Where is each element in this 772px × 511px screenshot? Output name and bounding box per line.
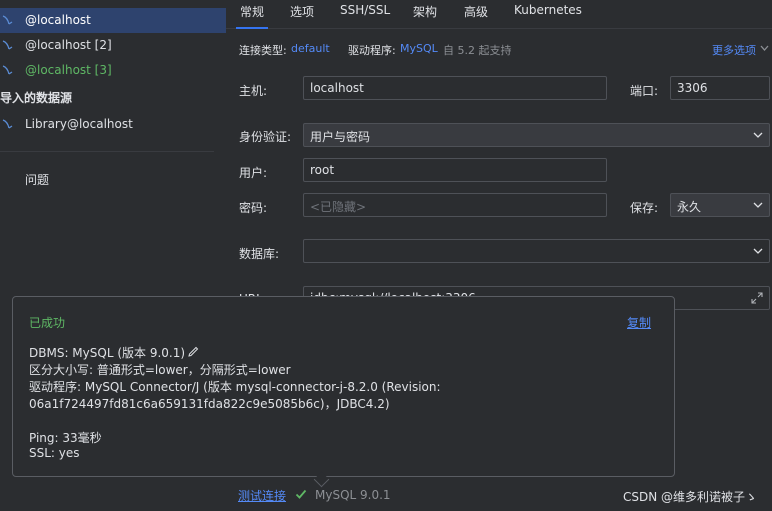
mysql-dolphin-icon bbox=[2, 15, 13, 25]
copy-link[interactable]: 复制 bbox=[627, 314, 651, 331]
test-connection-link[interactable]: 测试连接 bbox=[238, 487, 286, 504]
expand-icon[interactable] bbox=[751, 292, 763, 304]
popup-line-case: 区分大小写: 普通形式=lower，分隔形式=lower bbox=[29, 363, 291, 377]
port-field[interactable]: 3306 bbox=[670, 76, 770, 100]
tab-kubernetes[interactable]: Kubernetes bbox=[514, 3, 582, 25]
datasource-label: Library@localhost bbox=[25, 117, 133, 131]
auth-select[interactable]: 用户与密码 bbox=[303, 123, 770, 147]
save-label: 保存: bbox=[630, 201, 659, 215]
popup-title: 已成功 bbox=[29, 316, 66, 330]
issues-item[interactable]: 问题 bbox=[25, 171, 49, 188]
chevron-down-icon[interactable] bbox=[760, 45, 769, 52]
sidebar-divider bbox=[0, 151, 214, 152]
connection-result-popup: 已成功 复制 DBMS: MySQL (版本 9.0.1) 区分大小写: 普通形… bbox=[12, 296, 675, 488]
more-options-link[interactable]: 更多选项 bbox=[712, 42, 756, 58]
save-value: 永久 bbox=[677, 200, 702, 214]
chevron-down-icon bbox=[753, 132, 763, 138]
port-value: 3306 bbox=[677, 81, 708, 95]
tab-ssh-ssl[interactable]: SSH/SSL bbox=[340, 3, 390, 25]
datasource-item-localhost-3[interactable]: @localhost [3] bbox=[0, 58, 226, 83]
tab-advanced[interactable]: 高级 bbox=[464, 3, 488, 25]
datasource-label: @localhost [3] bbox=[25, 63, 112, 77]
popup-line-ping: Ping: 33毫秒 bbox=[29, 431, 102, 445]
auth-value: 用户与密码 bbox=[310, 130, 371, 144]
chevron-down-icon bbox=[753, 248, 763, 254]
driver-note: 自 5.2 起支持 bbox=[443, 44, 512, 57]
connection-type-label: 连接类型: bbox=[239, 44, 287, 57]
save-select[interactable]: 永久 bbox=[670, 193, 770, 217]
user-value: root bbox=[310, 163, 335, 177]
popup-line-driver: 驱动程序: MySQL Connector/J (版本 mysql-connec… bbox=[29, 380, 441, 394]
host-field[interactable]: localhost bbox=[303, 76, 607, 100]
pencil-icon[interactable] bbox=[187, 346, 199, 358]
datasource-item-localhost[interactable]: @localhost bbox=[0, 8, 226, 33]
mysql-dolphin-icon bbox=[2, 119, 13, 129]
password-field[interactable]: <已隐藏> bbox=[303, 193, 607, 217]
datasource-label: @localhost [2] bbox=[25, 38, 112, 52]
host-value: localhost bbox=[310, 81, 364, 95]
popup-line-dbms: DBMS: MySQL (版本 9.0.1) bbox=[29, 344, 199, 361]
popup-line-revision: 06a1f724497fd81c6a659131fda822c9e5085b6c… bbox=[29, 397, 390, 411]
datasource-item-localhost-2[interactable]: @localhost [2] bbox=[0, 33, 226, 58]
database-select[interactable] bbox=[303, 239, 770, 263]
mysql-version-label: MySQL 9.0.1 bbox=[315, 488, 391, 502]
popup-line-ssl: SSL: yes bbox=[29, 446, 80, 460]
chevron-down-icon bbox=[753, 202, 763, 208]
mysql-dolphin-icon bbox=[2, 65, 13, 75]
tab-options[interactable]: 选项 bbox=[290, 3, 314, 25]
popup-line-dbms-text: DBMS: MySQL (版本 9.0.1) bbox=[29, 346, 186, 360]
check-icon bbox=[295, 489, 307, 499]
host-label: 主机: bbox=[239, 84, 268, 98]
connection-type-link[interactable]: default bbox=[291, 42, 330, 55]
auth-label: 身份验证: bbox=[239, 130, 292, 144]
user-field[interactable]: root bbox=[303, 158, 607, 182]
datasource-label: @localhost bbox=[25, 13, 91, 27]
mysql-dolphin-icon bbox=[2, 40, 13, 50]
driver-link[interactable]: MySQL bbox=[400, 42, 438, 55]
password-placeholder: <已隐藏> bbox=[310, 200, 367, 214]
user-label: 用户: bbox=[239, 166, 268, 180]
tab-general[interactable]: 常规 bbox=[235, 3, 269, 29]
password-label: 密码: bbox=[239, 201, 268, 215]
port-label: 端口: bbox=[630, 84, 659, 98]
driver-label: 驱动程序: bbox=[348, 44, 396, 57]
datasource-item-library[interactable]: Library@localhost bbox=[0, 112, 226, 137]
watermark: CSDN @维多利诺被子ゝ bbox=[623, 490, 758, 504]
tab-schemas[interactable]: 架构 bbox=[413, 3, 437, 25]
imported-datasources-header: 导入的数据源 bbox=[0, 91, 73, 105]
settings-tabs: 常规 选项 SSH/SSL 架构 高级 Kubernetes bbox=[226, 0, 772, 29]
database-label: 数据库: bbox=[239, 247, 280, 261]
